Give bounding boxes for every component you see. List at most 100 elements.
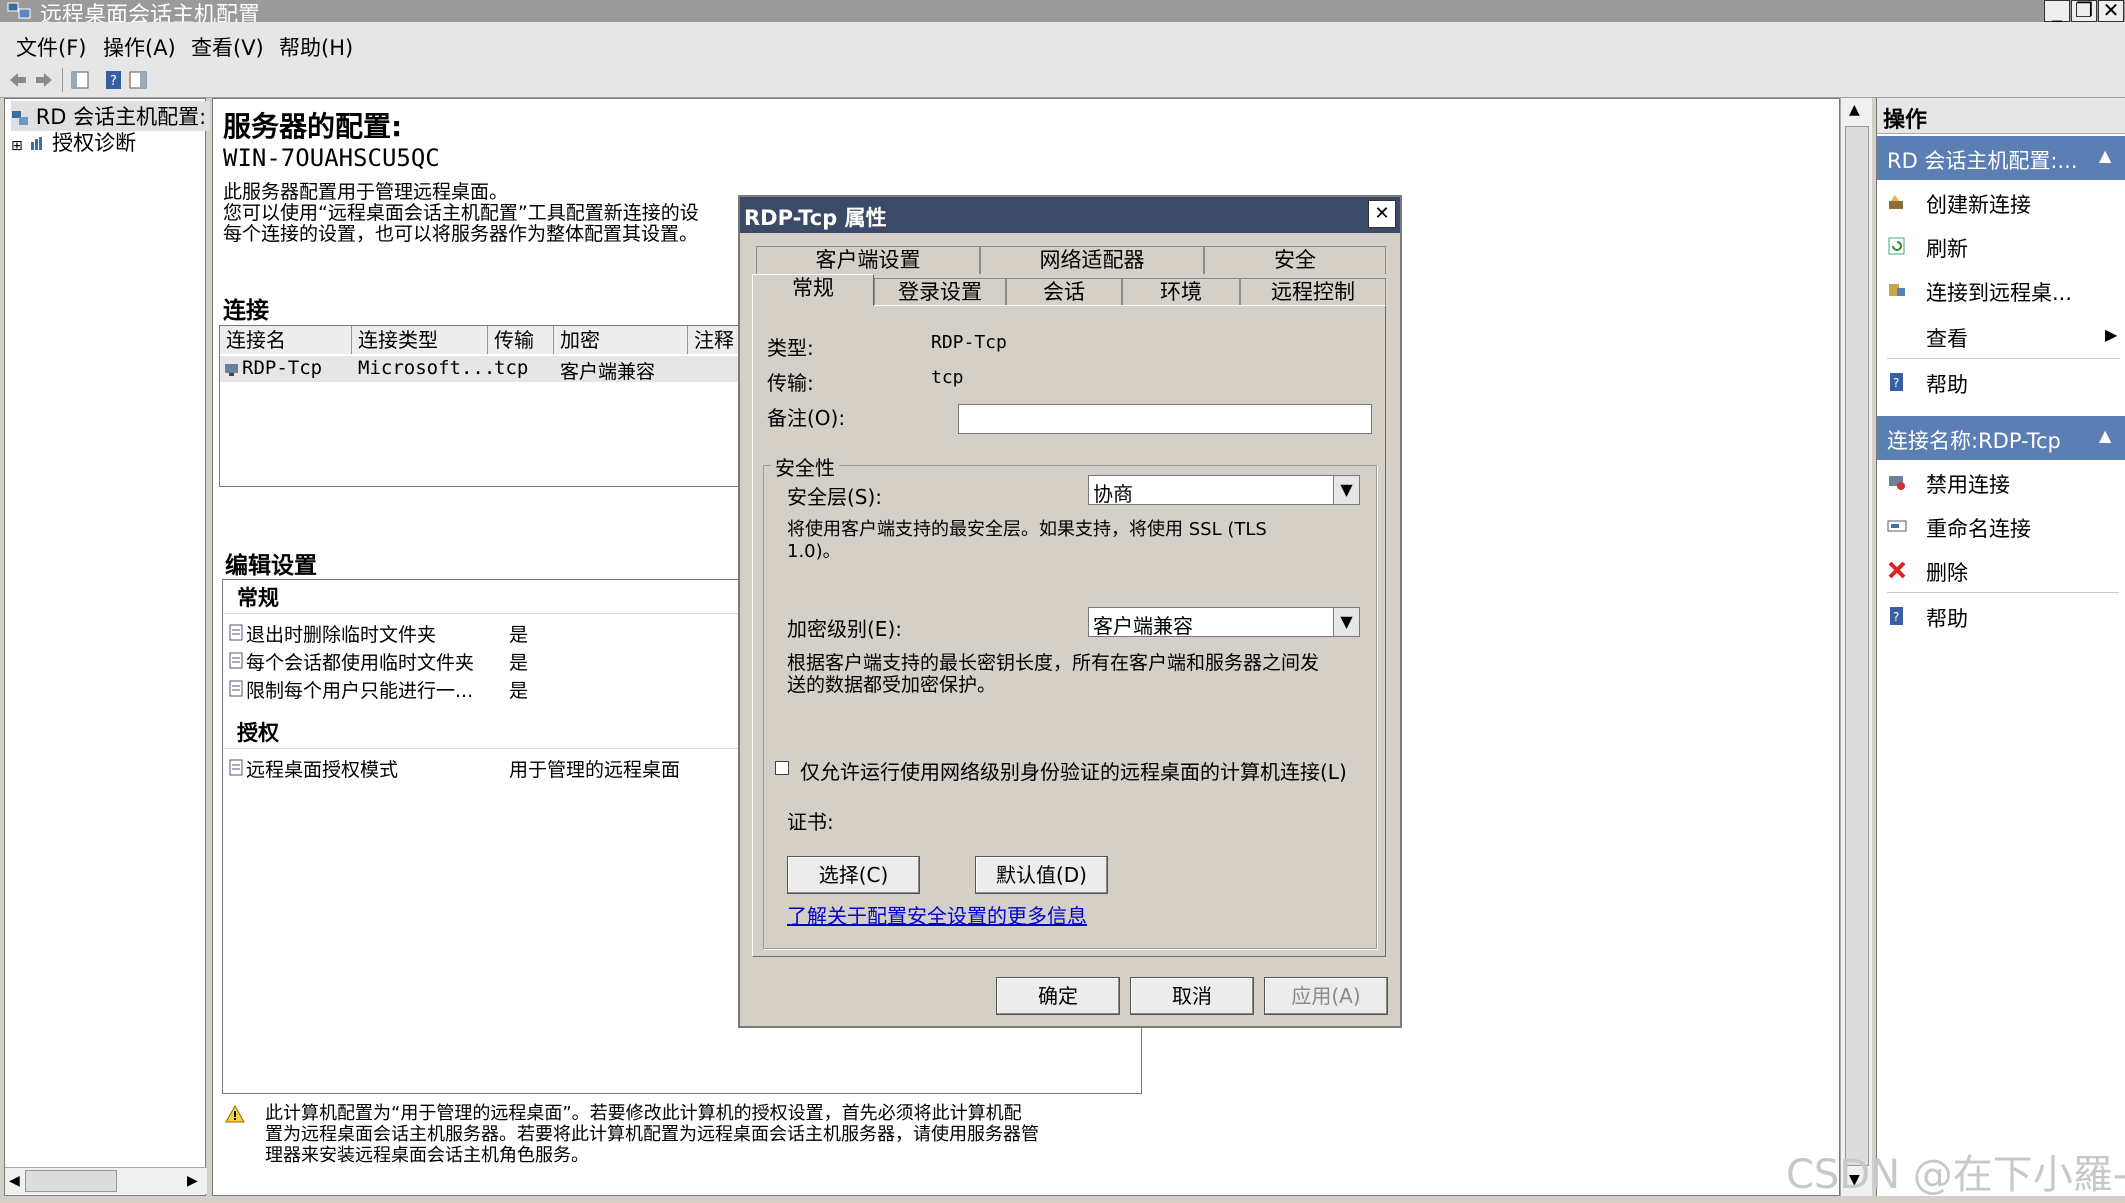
scroll-left-icon[interactable]: ◀: [9, 1173, 20, 1189]
dropdown-arrow-icon[interactable]: ▼: [1333, 476, 1359, 504]
apply-button[interactable]: 应用(A): [1264, 977, 1388, 1015]
tab-logon-settings[interactable]: 登录设置: [874, 278, 1006, 306]
actions-divider: [1887, 592, 2119, 593]
table-row[interactable]: RDP-Tcp Microsoft... tcp 客户端兼容: [220, 356, 738, 383]
close-button[interactable]: ✕: [2098, 0, 2124, 22]
cancel-button[interactable]: 取消: [1130, 977, 1254, 1015]
tab-environment[interactable]: 环境: [1122, 278, 1240, 306]
toolbar-separator: [62, 68, 63, 92]
action-refresh[interactable]: 刷新: [1877, 224, 2125, 268]
menu-file[interactable]: 文件(F): [16, 32, 86, 62]
setting-icon: [229, 652, 243, 669]
menu-help[interactable]: 帮助(H): [279, 32, 353, 62]
tree-horizontal-scrollbar[interactable]: ◀ ▶: [5, 1167, 207, 1194]
tree-expander-icon[interactable]: ⊞: [11, 138, 23, 154]
page-title: 服务器的配置:: [223, 110, 403, 143]
column-header-type[interactable]: 连接类型: [352, 326, 488, 354]
dropdown-arrow-icon[interactable]: ▼: [1333, 608, 1359, 636]
connections-heading: 连接: [223, 298, 269, 324]
scroll-thumb[interactable]: [1845, 126, 1869, 1166]
show-hide-tree-icon[interactable]: [70, 70, 90, 90]
menu-action[interactable]: 操作(A): [103, 32, 176, 62]
action-connect-remote[interactable]: 连接到远程桌...: [1877, 268, 2125, 312]
action-help-connection[interactable]: ? 帮助: [1877, 594, 2125, 638]
setting-icon: [229, 759, 243, 776]
cell-name: RDP-Tcp: [242, 357, 323, 379]
security-layer-select[interactable]: 协商 ▼: [1088, 475, 1360, 506]
scroll-up-icon[interactable]: ▲: [1849, 102, 1860, 118]
action-view[interactable]: 查看 ▶: [1877, 314, 2125, 358]
svg-text:?: ?: [110, 74, 117, 89]
help-icon[interactable]: ?: [104, 70, 124, 90]
nla-checkbox-label[interactable]: 仅允许运行使用网络级别身份验证的远程桌面的计算机连接(L): [800, 756, 1347, 785]
transport-value: tcp: [931, 367, 964, 388]
description-line: 根据客户端支持的最长密钥长度，所有在客户端和服务器之间发: [787, 652, 1320, 674]
action-label: 创建新连接: [1926, 193, 2031, 217]
scroll-thumb[interactable]: [25, 1170, 117, 1192]
actions-section-connection[interactable]: 连接名称:RDP-Tcp ▲: [1877, 416, 2125, 460]
action-label: 帮助: [1926, 373, 1968, 397]
action-delete[interactable]: 删除: [1877, 548, 2125, 592]
disable-connection-icon: [1889, 476, 1905, 490]
nla-checkbox[interactable]: [775, 761, 789, 775]
back-arrow-icon[interactable]: [8, 70, 28, 90]
tab-client-settings[interactable]: 客户端设置: [756, 246, 980, 274]
forward-arrow-icon[interactable]: [34, 70, 54, 90]
action-label: 重命名连接: [1926, 517, 2031, 541]
window-title-bar[interactable]: 远程桌面会话主机配置 _ ❐ ✕: [0, 0, 2125, 28]
tab-general[interactable]: 常规: [752, 274, 874, 306]
description-line: 将使用客户端支持的最安全层。如果支持，将使用 SSL (TLS: [787, 519, 1267, 540]
restore-button[interactable]: ❐: [2071, 0, 2097, 22]
actions-header: 操作: [1877, 98, 2125, 134]
list-item[interactable]: 退出时删除临时文件夹 是: [229, 620, 749, 646]
description-line: 1.0)。: [787, 541, 841, 562]
tree-node-label: 授权诊断: [52, 131, 137, 155]
action-label: 删除: [1926, 561, 1968, 585]
action-rename-connection[interactable]: 重命名连接: [1877, 504, 2125, 548]
default-certificate-button[interactable]: 默认值(D): [975, 856, 1108, 894]
list-item[interactable]: 限制每个用户只能进行一... 是: [229, 676, 749, 702]
actions-section-rd-host[interactable]: RD 会话主机配置:... ▲: [1877, 136, 2125, 180]
tab-security[interactable]: 安全: [1204, 246, 1386, 274]
cell-transport: tcp: [494, 357, 529, 379]
select-certificate-button[interactable]: 选择(C): [787, 856, 920, 894]
setting-value: 是: [509, 624, 529, 646]
dialog-close-button[interactable]: ✕: [1368, 200, 1396, 228]
column-header-transport[interactable]: 传输: [488, 326, 554, 354]
action-create-connection[interactable]: 创建新连接: [1877, 180, 2125, 224]
cell-type: Microsoft...: [358, 357, 496, 379]
svg-text:?: ?: [1893, 376, 1899, 390]
section-title: 连接名称:RDP-Tcp: [1887, 429, 2061, 453]
comment-input[interactable]: [958, 404, 1372, 434]
list-item[interactable]: 每个会话都使用临时文件夹 是: [229, 648, 749, 674]
encryption-level-select[interactable]: 客户端兼容 ▼: [1088, 607, 1360, 638]
column-header-encryption[interactable]: 加密: [554, 326, 688, 354]
results-vertical-scrollbar[interactable]: ▲ ▼: [1840, 98, 1872, 1196]
rename-icon: [1887, 520, 1907, 532]
security-help-link[interactable]: 了解关于配置安全设置的更多信息: [787, 900, 1087, 929]
list-item[interactable]: 远程桌面授权模式 用于管理的远程桌面: [229, 755, 749, 781]
scroll-right-icon[interactable]: ▶: [187, 1173, 198, 1189]
tab-remote-control[interactable]: 远程控制: [1240, 278, 1386, 306]
collapse-icon[interactable]: ▲: [2099, 426, 2111, 445]
dialog-title: RDP-Tcp 属性: [744, 206, 887, 230]
license-warning: 此计算机配置为“用于管理的远程桌面”。若要修改此计算机的授权设置，首先必须将此计…: [265, 1103, 1039, 1166]
tree-node-license-diagnosis[interactable]: ⊞ 授权诊断: [11, 127, 136, 157]
connections-table: 连接名 连接类型 传输 加密 注释 RDP-Tcp Microsoft... t…: [219, 325, 739, 487]
dialog-title-bar[interactable]: RDP-Tcp 属性 ✕: [740, 197, 1400, 233]
minimize-button[interactable]: _: [2044, 0, 2070, 22]
column-header-name[interactable]: 连接名: [220, 326, 352, 354]
watermark: CSDN @在下小羅-: [1786, 1152, 2125, 1198]
collapse-icon[interactable]: ▲: [2099, 146, 2111, 165]
menu-view[interactable]: 查看(V): [191, 32, 264, 62]
tab-sessions[interactable]: 会话: [1006, 278, 1122, 306]
action-help[interactable]: ? 帮助: [1877, 360, 2125, 404]
license-diagnosis-icon: [31, 137, 43, 150]
security-layer-label: 安全层(S):: [787, 485, 883, 509]
column-header-comment[interactable]: 注释: [688, 326, 738, 354]
ok-button[interactable]: 确定: [996, 977, 1120, 1015]
action-disable-connection[interactable]: 禁用连接: [1877, 460, 2125, 504]
show-hide-action-pane-icon[interactable]: [128, 70, 148, 90]
server-name: WIN-7OUAHSCU5QC: [223, 144, 440, 172]
tab-network-adapter[interactable]: 网络适配器: [980, 246, 1204, 274]
